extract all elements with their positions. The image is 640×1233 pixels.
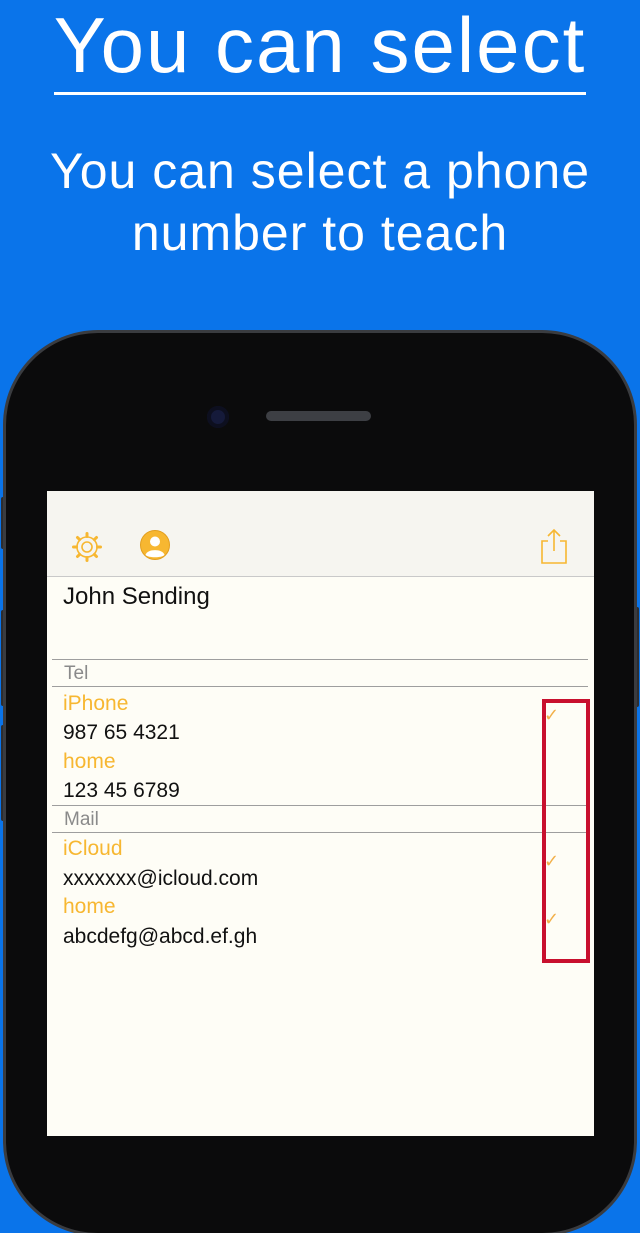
person-icon[interactable] <box>139 529 171 561</box>
email-address-icloud[interactable]: xxxxxxx@icloud.com <box>63 867 258 891</box>
subheadline-line-2: number to teach <box>131 205 509 261</box>
selection-highlight-box <box>542 699 590 963</box>
email-label-home: home <box>63 895 116 918</box>
subheadline-line-1: You can select a phone <box>49 143 591 199</box>
phone-label-home: home <box>63 750 116 773</box>
section-header-tel: Tel <box>52 659 588 687</box>
earpiece-speaker <box>266 411 371 421</box>
toolbar <box>47 491 594 577</box>
share-icon[interactable] <box>539 527 569 565</box>
contact-name: John Sending <box>63 583 210 610</box>
gear-icon[interactable] <box>71 531 103 563</box>
phone-screen: John Sending Tel iPhone 987 65 4321 ✓ ho… <box>47 491 594 1136</box>
headline-underline <box>54 92 586 95</box>
phone-side-button <box>634 607 639 707</box>
subheadline: You can select a phone number to teach <box>0 140 640 264</box>
headline: You can select <box>53 1 587 89</box>
email-label-icloud: iCloud <box>63 837 123 860</box>
phone-number-home[interactable]: 123 45 6789 <box>63 779 180 803</box>
phone-label-iphone: iPhone <box>63 692 129 715</box>
email-address-home[interactable]: abcdefg@abcd.ef.gh <box>63 925 257 949</box>
section-header-mail: Mail <box>52 805 588 833</box>
phone-number-iphone[interactable]: 987 65 4321 <box>63 721 180 745</box>
front-camera <box>207 406 229 428</box>
